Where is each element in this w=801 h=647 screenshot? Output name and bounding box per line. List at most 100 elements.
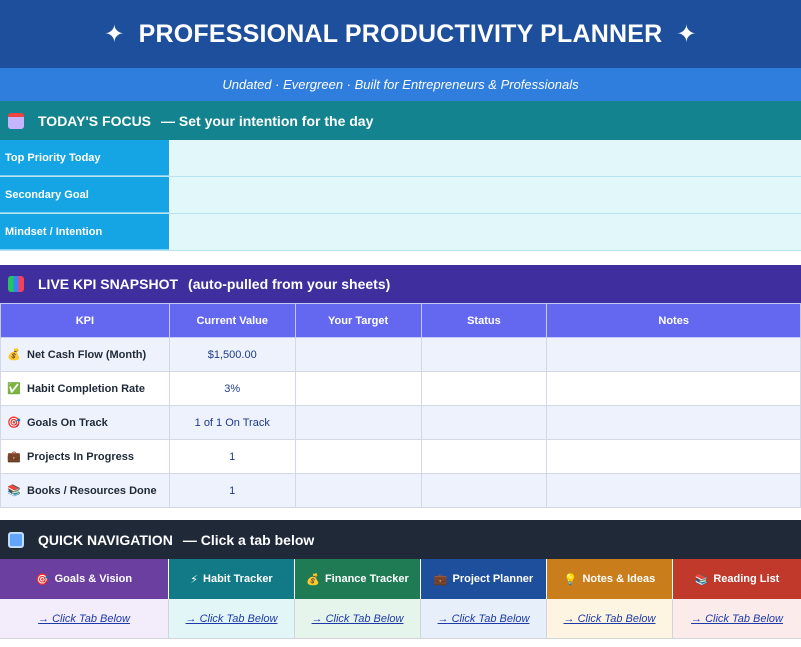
planner-title-bar: ✦ PROFESSIONAL PRODUCTIVITY PLANNER ✦: [0, 0, 801, 68]
focus-label: Secondary Goal: [0, 177, 170, 213]
sparkle-icon: ✦: [104, 20, 125, 48]
kpi-column-header: Status: [420, 303, 548, 338]
link-project-planner[interactable]: → Click Tab Below: [421, 599, 547, 638]
kpi-notes-cell[interactable]: [546, 405, 801, 440]
focus-label: Mindset / Intention: [0, 214, 170, 250]
subtitle-bar: Undated · Evergreen · Built for Entrepre…: [0, 68, 801, 101]
nav-link-row: → Click Tab Below → Click Tab Below → Cl…: [0, 599, 801, 639]
kpi-heading-note: (auto-pulled from your sheets): [188, 276, 391, 292]
kpi-notes-cell[interactable]: [546, 473, 801, 508]
focus-value-cell[interactable]: [170, 140, 801, 176]
target-icon: 🎯: [35, 573, 50, 586]
table-row: ✅ Habit Completion Rate 3%: [0, 371, 801, 406]
kpi-snapshot-header: LIVE KPI SNAPSHOT (auto-pulled from your…: [0, 265, 801, 303]
kpi-notes-cell[interactable]: [546, 439, 801, 474]
link-habit-tracker[interactable]: → Click Tab Below: [169, 599, 295, 638]
tab-label: Goals & Vision: [54, 573, 133, 585]
page-subtitle: Undated · Evergreen · Built for Entrepre…: [222, 77, 579, 92]
kpi-column-header: KPI: [0, 303, 170, 338]
tab-goals-vision[interactable]: 🎯 Goals & Vision: [0, 559, 169, 599]
kpi-status-cell[interactable]: [420, 337, 548, 372]
kpi-status-cell[interactable]: [420, 405, 548, 440]
kpi-column-header: Notes: [546, 303, 801, 338]
kpi-current-value: 1: [168, 439, 296, 474]
kpi-target-cell[interactable]: [294, 473, 422, 508]
table-row: 📚 Books / Resources Done 1: [0, 473, 801, 508]
focus-row-secondary-goal: Secondary Goal: [0, 177, 801, 214]
briefcase-icon: 💼: [433, 573, 448, 586]
kpi-name-cell: ✅ Habit Completion Rate: [0, 371, 170, 406]
money-bag-icon: 💰: [306, 573, 320, 586]
tab-finance-tracker[interactable]: 💰 Finance Tracker: [295, 559, 421, 599]
tab-reading-list[interactable]: 📚 Reading List: [673, 559, 801, 599]
kpi-header-row: KPI Current Value Your Target Status Not…: [0, 303, 801, 338]
kpi-column-header: Your Target: [294, 303, 422, 338]
table-row: 🎯 Goals On Track 1 of 1 On Track: [0, 405, 801, 440]
tab-label: Reading List: [713, 573, 780, 585]
tab-label: Project Planner: [452, 573, 534, 585]
kpi-table: KPI Current Value Your Target Status Not…: [0, 303, 801, 508]
link-goals-vision[interactable]: → Click Tab Below: [0, 599, 169, 638]
kpi-column-header: Current Value: [168, 303, 296, 338]
tab-notes-ideas[interactable]: 💡 Notes & Ideas: [547, 559, 673, 599]
table-row: 💰 Net Cash Flow (Month) $1,500.00: [0, 337, 801, 372]
bar-chart-icon: [8, 276, 24, 292]
link-notes-ideas[interactable]: → Click Tab Below: [547, 599, 673, 638]
kpi-name: Projects In Progress: [27, 451, 134, 463]
books-icon: 📚: [7, 485, 21, 497]
kpi-name: Net Cash Flow (Month): [27, 349, 147, 361]
focus-row-mindset: Mindset / Intention: [0, 214, 801, 251]
focus-row-top-priority: Top Priority Today: [0, 140, 801, 177]
kpi-name-cell: 📚 Books / Resources Done: [0, 473, 170, 508]
tab-label: Habit Tracker: [203, 573, 273, 585]
focus-label: Top Priority Today: [0, 140, 170, 176]
check-icon: ✅: [7, 383, 21, 395]
tab-project-planner[interactable]: 💼 Project Planner: [421, 559, 547, 599]
money-bag-icon: 💰: [7, 349, 21, 361]
book-icon: [8, 531, 24, 548]
kpi-name: Habit Completion Rate: [27, 383, 145, 395]
lightning-icon: ⚡: [190, 573, 199, 586]
kpi-name: Books / Resources Done: [27, 485, 157, 497]
nav-heading: QUICK NAVIGATION: [38, 531, 173, 548]
focus-heading-note: — Set your intention for the day: [161, 112, 374, 129]
kpi-status-cell[interactable]: [420, 371, 548, 406]
kpi-current-value: 1: [168, 473, 296, 508]
tab-habit-tracker[interactable]: ⚡ Habit Tracker: [169, 559, 295, 599]
kpi-heading: LIVE KPI SNAPSHOT: [38, 276, 179, 292]
page-title: PROFESSIONAL PRODUCTIVITY PLANNER: [138, 19, 663, 48]
kpi-name: Goals On Track: [27, 417, 108, 429]
focus-value-cell[interactable]: [170, 177, 801, 213]
nav-tab-row: 🎯 Goals & Vision ⚡ Habit Tracker 💰 Finance …: [0, 559, 801, 599]
target-icon: 🎯: [7, 417, 21, 429]
nav-heading-note: — Click a tab below: [182, 531, 315, 548]
sparkle-icon: ✦: [676, 20, 697, 48]
kpi-status-cell[interactable]: [420, 473, 548, 508]
kpi-target-cell[interactable]: [294, 405, 422, 440]
quick-navigation-header: QUICK NAVIGATION — Click a tab below: [0, 520, 801, 559]
kpi-current-value: $1,500.00: [168, 337, 296, 372]
kpi-target-cell[interactable]: [294, 337, 422, 372]
kpi-status-cell[interactable]: [420, 439, 548, 474]
kpi-name-cell: 💰 Net Cash Flow (Month): [0, 337, 170, 372]
tab-label: Notes & Ideas: [582, 573, 656, 585]
tab-label: Finance Tracker: [324, 573, 409, 585]
table-row: 💼 Projects In Progress 1: [0, 439, 801, 474]
todays-focus-header: TODAY'S FOCUS — Set your intention for t…: [0, 101, 801, 140]
kpi-name-cell: 💼 Projects In Progress: [0, 439, 170, 474]
kpi-notes-cell[interactable]: [546, 371, 801, 406]
kpi-current-value: 1 of 1 On Track: [168, 405, 296, 440]
kpi-target-cell[interactable]: [294, 439, 422, 474]
kpi-current-value: 3%: [168, 371, 296, 406]
kpi-name-cell: 🎯 Goals On Track: [0, 405, 170, 440]
kpi-notes-cell[interactable]: [546, 337, 801, 372]
link-finance-tracker[interactable]: → Click Tab Below: [295, 599, 421, 638]
lightbulb-icon: 💡: [563, 573, 578, 586]
briefcase-icon: 💼: [7, 451, 21, 463]
link-reading-list[interactable]: → Click Tab Below: [673, 599, 801, 638]
focus-heading: TODAY'S FOCUS: [38, 112, 152, 129]
calendar-icon: [8, 112, 24, 129]
focus-value-cell[interactable]: [170, 214, 801, 250]
kpi-target-cell[interactable]: [294, 371, 422, 406]
books-icon: 📚: [694, 573, 709, 586]
